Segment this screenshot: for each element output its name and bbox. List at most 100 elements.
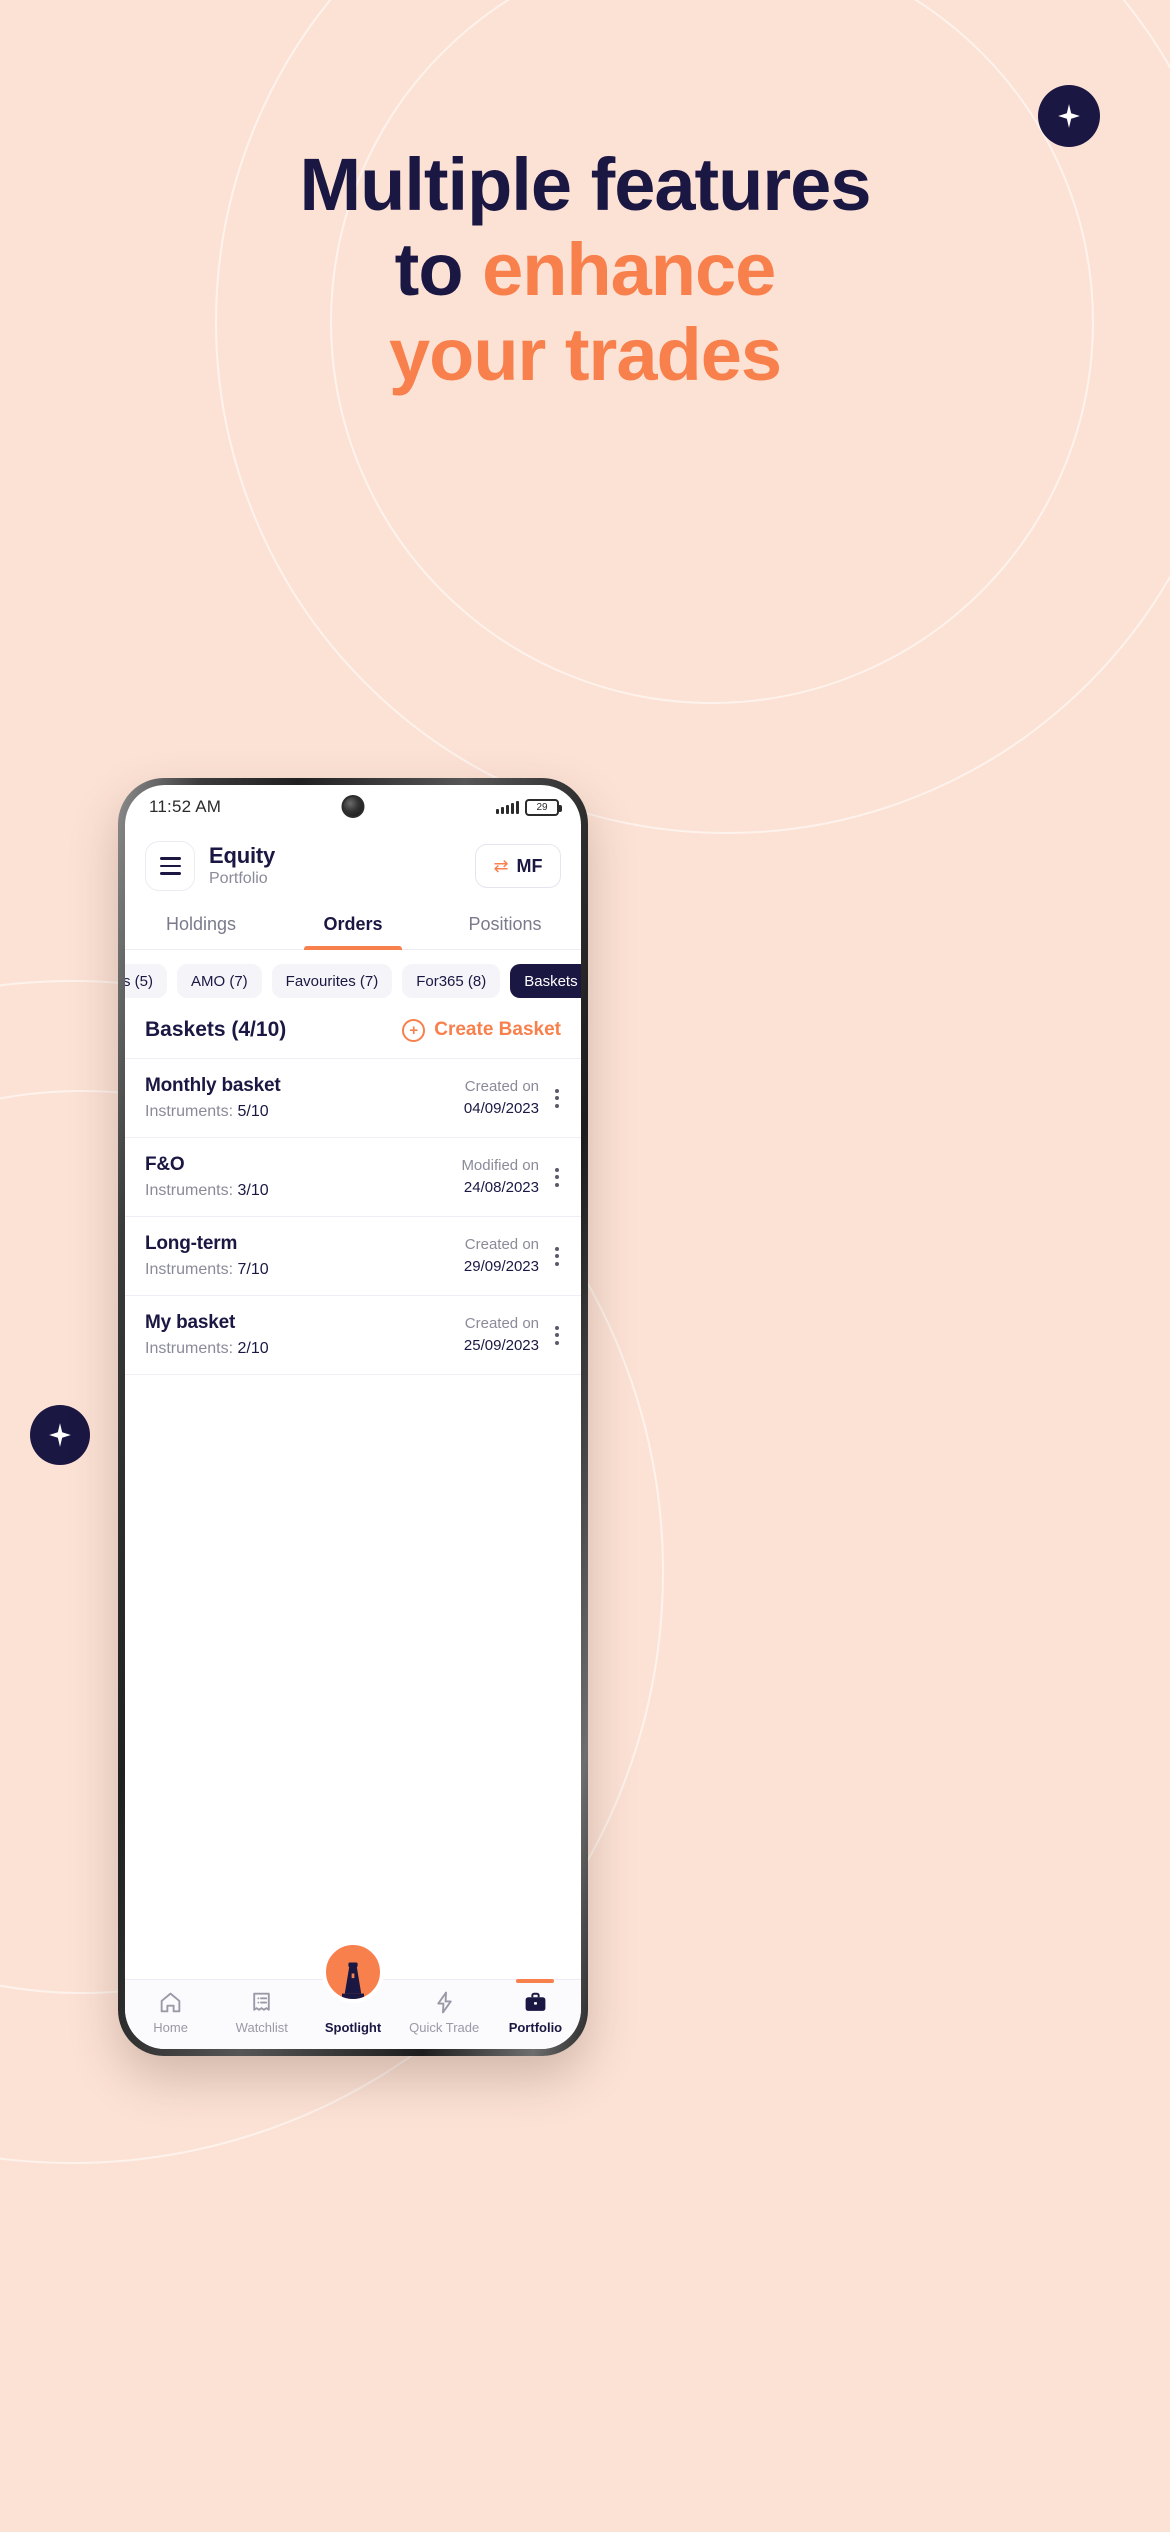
phone-mockup: 11:52 AM 29 Equity Portfolio ⇄ MF Holdin… (118, 778, 588, 2056)
instruments-value: 3/10 (237, 1182, 269, 1199)
basket-meta-group: Modified on 24/08/2023 (461, 1155, 565, 1200)
table-row[interactable]: F&O Instruments: 3/10 Modified on 24/08/… (125, 1138, 581, 1217)
instruments-value: 5/10 (237, 1103, 269, 1120)
status-bar: 11:52 AM 29 (125, 785, 581, 829)
chip-amo[interactable]: AMO (7) (177, 964, 262, 998)
nav-item-portfolio[interactable]: Portfolio (490, 1979, 581, 2035)
table-row[interactable]: Monthly basket Instruments: 5/10 Created… (125, 1059, 581, 1138)
chip-favourites[interactable]: Favourites (7) (271, 964, 393, 998)
hamburger-menu-icon[interactable] (145, 841, 195, 891)
basket-meta: Created on 25/09/2023 (464, 1313, 539, 1358)
app-bar: Equity Portfolio ⇄ MF (125, 829, 581, 901)
briefcase-icon (525, 1992, 546, 2011)
nav-item-quick-trade[interactable]: Quick Trade (399, 1990, 490, 2035)
portfolio-tabs: Holdings Orders Positions (125, 901, 581, 950)
baskets-count-title: Baskets (4/10) (145, 1018, 287, 1041)
phone-screen: 11:52 AM 29 Equity Portfolio ⇄ MF Holdin… (125, 785, 581, 2049)
app-bar-titles: Equity Portfolio (209, 844, 461, 888)
table-row[interactable]: Long-term Instruments: 7/10 Created on 2… (125, 1217, 581, 1296)
basket-meta-date: 29/09/2023 (463, 1258, 539, 1275)
headline-line-2: to enhance (0, 227, 1170, 312)
basket-meta: Created on 29/09/2023 (464, 1234, 539, 1279)
basket-meta-date: 25/09/2023 (463, 1337, 539, 1354)
bottom-navigation-wrapper: Home Watchlist Spotlight Quick Trade Por… (125, 1941, 581, 2049)
basket-name: Monthly basket (145, 1075, 281, 1096)
nav-item-portfolio-label: Portfolio (508, 2020, 563, 2035)
chip-for365[interactable]: For365 (8) (402, 964, 501, 998)
sparkle-icon (1058, 104, 1080, 128)
basket-name: My basket (145, 1312, 236, 1333)
nav-item-watchlist-label: Watchlist (235, 2020, 288, 2035)
create-basket-button[interactable]: + Create Basket (402, 1018, 561, 1042)
basket-meta-group: Created on 04/09/2023 (464, 1076, 565, 1121)
basket-name: F&O (145, 1154, 185, 1175)
tab-holdings[interactable]: Holdings (125, 901, 277, 949)
instruments-label: Instruments: (145, 1340, 238, 1357)
basket-instruments: Instruments: 7/10 (145, 1261, 269, 1279)
basket-meta: Created on 04/09/2023 (464, 1076, 539, 1121)
sparkle-badge-top-right (1038, 85, 1100, 147)
sparkle-badge-bottom-left (30, 1405, 90, 1465)
status-bar-indicators: 29 (496, 798, 562, 816)
headline-line-3: your trades (388, 313, 782, 396)
create-basket-label: Create Basket (434, 1019, 561, 1040)
basket-info: F&O Instruments: 3/10 (145, 1154, 269, 1200)
basket-info: My basket Instruments: 2/10 (145, 1312, 269, 1358)
poster-headline: Multiple features to enhance your trades (0, 142, 1170, 397)
headline-line-2-plain: to (394, 228, 483, 311)
baskets-list: Monthly basket Instruments: 5/10 Created… (125, 1058, 581, 1375)
basket-info: Monthly basket Instruments: 5/10 (145, 1075, 281, 1121)
order-filter-chips[interactable]: s (5) AMO (7) Favourites (7) For365 (8) … (125, 950, 581, 1012)
lightning-icon (437, 1991, 452, 2014)
instruments-label: Instruments: (145, 1261, 238, 1278)
tab-orders[interactable]: Orders (277, 901, 429, 950)
chip-gtt[interactable]: s (5) (125, 964, 167, 998)
switch-to-mf-button[interactable]: ⇄ MF (475, 844, 561, 888)
basket-meta-group: Created on 25/09/2023 (464, 1313, 565, 1358)
headline-line-1: Multiple features (299, 143, 872, 226)
basket-instruments: Instruments: 3/10 (145, 1182, 269, 1200)
front-camera-punch-hole-icon (341, 795, 365, 818)
battery-level-label: 29 (536, 801, 548, 813)
kebab-menu-icon[interactable] (549, 1322, 565, 1349)
basket-meta-label: Created on (464, 1077, 539, 1095)
home-icon (160, 1992, 181, 2013)
basket-name: Long-term (145, 1233, 238, 1254)
basket-meta-date: 04/09/2023 (463, 1100, 539, 1117)
kebab-menu-icon[interactable] (549, 1164, 565, 1191)
sparkle-icon (49, 1423, 71, 1447)
basket-meta: Modified on 24/08/2023 (461, 1155, 539, 1200)
basket-info: Long-term Instruments: 7/10 (145, 1233, 269, 1279)
nav-item-home[interactable]: Home (125, 1990, 216, 2035)
nav-item-spotlight-label: Spotlight (324, 2020, 382, 2035)
swap-arrows-icon: ⇄ (493, 856, 509, 876)
battery-icon: 29 (525, 798, 562, 816)
table-row[interactable]: My basket Instruments: 2/10 Created on 2… (125, 1296, 581, 1375)
page-title: Equity (209, 843, 276, 869)
cellular-signal-icon (496, 800, 519, 814)
kebab-menu-icon[interactable] (549, 1243, 565, 1270)
chip-baskets[interactable]: Baskets (4) (510, 964, 581, 998)
headline-line-2-accent: enhance (482, 228, 776, 311)
page-subtitle: Portfolio (209, 869, 268, 887)
bottom-navigation: Home Watchlist Spotlight Quick Trade Por… (125, 1979, 581, 2049)
instruments-value: 2/10 (237, 1340, 269, 1357)
basket-meta-label: Modified on (461, 1156, 539, 1174)
watchlist-icon (253, 1992, 271, 2011)
basket-meta-date: 24/08/2023 (463, 1179, 539, 1196)
nav-item-home-label: Home (153, 2020, 188, 2035)
nav-item-watchlist[interactable]: Watchlist (216, 1990, 307, 2035)
background-ring (215, 0, 1170, 834)
basket-instruments: Instruments: 2/10 (145, 1340, 269, 1358)
baskets-header: Baskets (4/10) + Create Basket (125, 1012, 581, 1058)
instruments-label: Instruments: (145, 1182, 238, 1199)
basket-meta-label: Created on (464, 1314, 539, 1332)
instruments-label: Instruments: (145, 1103, 238, 1120)
tab-positions[interactable]: Positions (429, 901, 581, 949)
status-bar-time: 11:52 AM (149, 797, 222, 816)
instruments-value: 7/10 (237, 1261, 269, 1278)
kebab-menu-icon[interactable] (549, 1085, 565, 1112)
nav-item-spotlight[interactable]: Spotlight (307, 1990, 398, 2035)
switch-to-mf-label: MF (516, 855, 543, 876)
basket-meta-label: Created on (464, 1235, 539, 1253)
